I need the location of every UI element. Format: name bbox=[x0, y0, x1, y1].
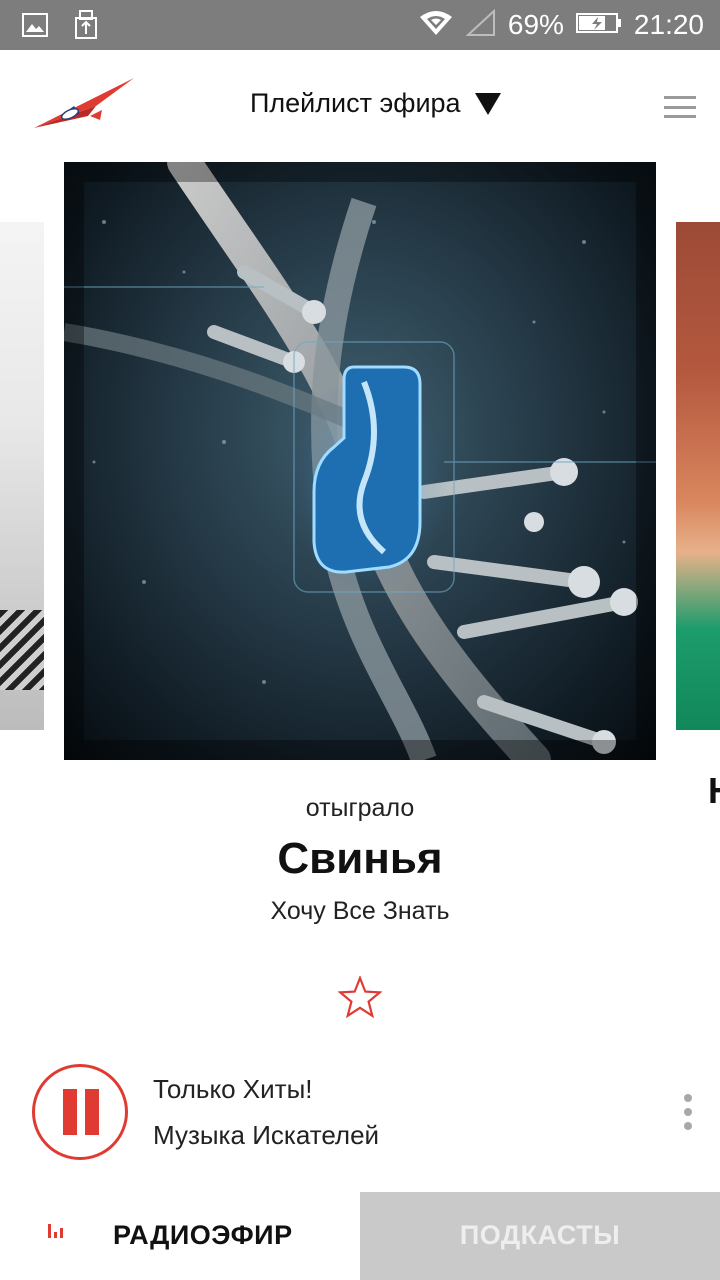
play-status-label: отыграло bbox=[305, 794, 415, 822]
wifi-icon bbox=[418, 9, 454, 41]
tab-podcasts[interactable]: ПОДКАСТЫ bbox=[360, 1192, 720, 1280]
star-outline-icon[interactable] bbox=[337, 974, 383, 1019]
program-name: Музыка Искателей bbox=[153, 1120, 380, 1150]
tab-podcasts-label: ПОДКАСТЫ bbox=[459, 1220, 621, 1250]
track-title: Свинья bbox=[277, 834, 443, 883]
pause-button[interactable] bbox=[32, 1064, 128, 1160]
more-vertical-icon[interactable] bbox=[683, 1094, 693, 1130]
header-title: Плейлист эфира bbox=[250, 88, 461, 118]
app-header: Плейлист эфира bbox=[0, 50, 720, 160]
next-track-cover[interactable] bbox=[676, 222, 720, 730]
hamburger-menu-icon[interactable] bbox=[664, 96, 696, 118]
pause-icon-bar bbox=[85, 1089, 99, 1135]
playlist-dropdown[interactable]: Плейлист эфира bbox=[250, 88, 501, 119]
tab-radio[interactable]: РАДИОЭФИР bbox=[0, 1192, 360, 1280]
previous-track-cover[interactable] bbox=[0, 222, 44, 730]
track-artist: Хочу Все Знать bbox=[270, 897, 450, 925]
station-name: Только Хиты! bbox=[153, 1074, 313, 1104]
signal-icon bbox=[465, 8, 496, 41]
usb-icon bbox=[74, 10, 98, 44]
clock: 21:20 bbox=[633, 9, 704, 40]
pause-icon bbox=[63, 1089, 77, 1135]
caret-down-icon bbox=[474, 92, 501, 115]
tab-radio-label: РАДИОЭФИР bbox=[113, 1220, 293, 1250]
status-bar: 69% 21:20 bbox=[0, 0, 720, 50]
battery-percent: 69% bbox=[507, 9, 564, 40]
equalizer-icon bbox=[48, 1222, 66, 1238]
airplane-logo[interactable] bbox=[30, 76, 138, 136]
image-icon bbox=[22, 13, 48, 41]
album-cover[interactable] bbox=[64, 162, 656, 760]
battery-icon bbox=[575, 11, 622, 39]
